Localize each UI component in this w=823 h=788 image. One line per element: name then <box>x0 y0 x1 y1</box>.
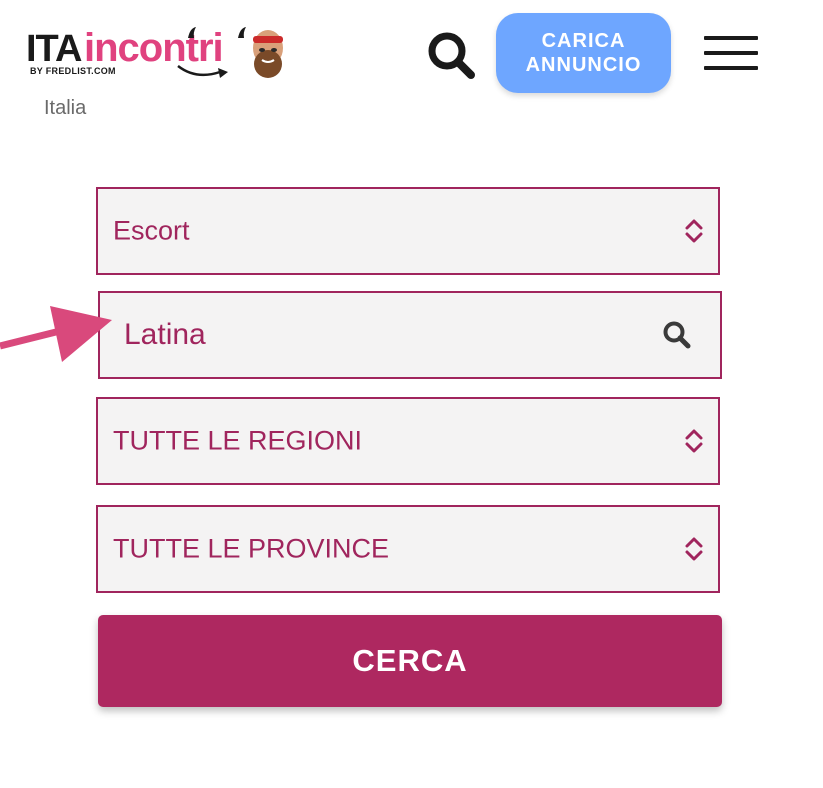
category-select-value: Escort <box>113 215 190 246</box>
mascot-avatar-icon <box>253 30 283 78</box>
search-icon[interactable] <box>426 30 478 82</box>
upload-ad-label-line1: CARICA <box>541 30 626 52</box>
search-icon[interactable] <box>662 320 692 350</box>
annotation-arrow-icon <box>0 306 112 362</box>
province-select[interactable]: TUTTE LE PROVINCE <box>96 505 720 593</box>
region-select[interactable]: TUTTE LE REGIONI <box>96 397 720 485</box>
select-chevrons-icon <box>685 429 703 453</box>
region-select-value: TUTTE LE REGIONI <box>113 425 363 456</box>
search-submit-button[interactable]: CERCA <box>98 615 722 707</box>
logo-byline: BY FREDLIST.COM <box>30 66 116 76</box>
province-select-value: TUTTE LE PROVINCE <box>113 533 390 564</box>
upload-ad-button[interactable]: CARICA ANNUNCIO <box>496 13 671 93</box>
city-search-input[interactable]: Latina <box>98 291 722 379</box>
logo-text-ita: ITA <box>26 28 82 70</box>
upload-ad-label-line2: ANNUNCIO <box>525 54 642 76</box>
city-search-value: Latina <box>124 318 206 351</box>
devil-tail-icon <box>177 64 228 78</box>
select-chevrons-icon <box>685 219 703 243</box>
category-select[interactable]: Escort <box>96 187 720 275</box>
hamburger-menu-icon[interactable] <box>704 36 760 72</box>
devil-horns-icon <box>188 27 246 38</box>
select-chevrons-icon <box>685 537 703 561</box>
breadcrumb[interactable]: Italia <box>44 97 86 120</box>
